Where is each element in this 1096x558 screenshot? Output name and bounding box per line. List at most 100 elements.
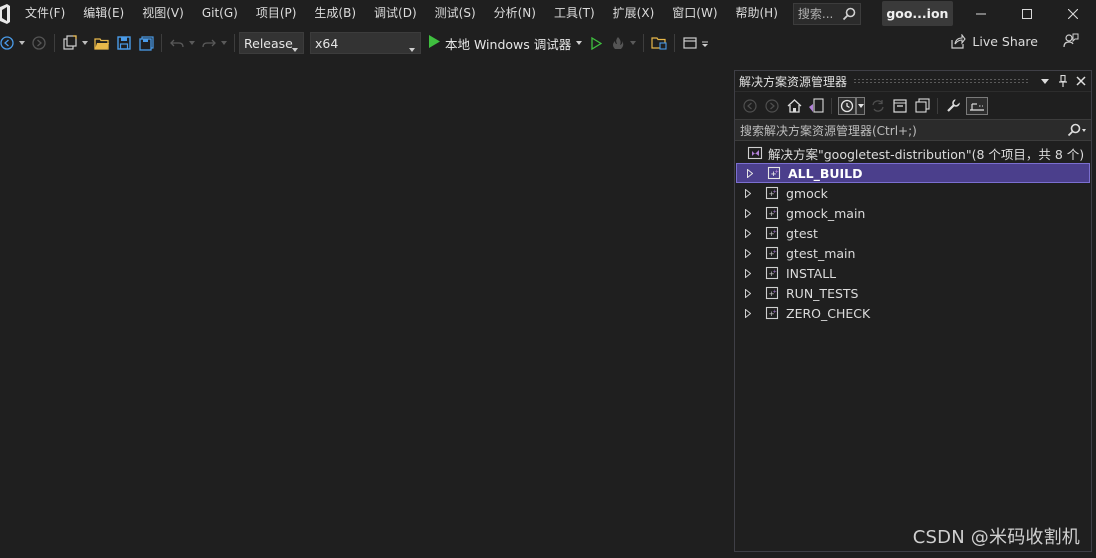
window-position-dropdown-icon[interactable] <box>1037 73 1053 89</box>
navigate-back-dropdown-icon[interactable] <box>18 41 26 45</box>
live-share-button[interactable]: Live Share <box>951 34 1038 49</box>
preview-selected-items-icon[interactable] <box>966 96 988 115</box>
svg-text:+: + <box>773 229 777 235</box>
cpp-project-icon: + + <box>765 206 779 220</box>
feedback-icon[interactable] <box>1063 33 1079 52</box>
solution-node[interactable]: 解决方案"googletest-distribution"(8 个项目，共 8 … <box>735 143 1091 163</box>
open-folder-icon[interactable] <box>93 34 111 52</box>
cpp-project-icon: + + <box>765 286 779 300</box>
maximize-button[interactable] <box>1004 0 1050 27</box>
minimize-button[interactable] <box>958 0 1004 27</box>
menu-file[interactable]: 文件(F) <box>16 0 74 27</box>
search-icon <box>842 7 856 24</box>
live-share-icon <box>951 34 967 49</box>
toolbar-separator <box>937 97 938 114</box>
cpp-project-icon: + + <box>765 226 779 240</box>
redo-dropdown-icon[interactable] <box>220 41 228 45</box>
panel-drag-grip[interactable] <box>853 78 1029 84</box>
forward-icon[interactable] <box>763 97 781 115</box>
close-panel-icon[interactable] <box>1073 73 1089 89</box>
editor-area[interactable] <box>0 59 732 558</box>
menu-debug[interactable]: 调试(D) <box>365 0 426 27</box>
pending-changes-filter-dropdown-icon[interactable] <box>856 96 865 115</box>
save-icon[interactable] <box>115 34 133 52</box>
project-label: gmock <box>786 185 828 201</box>
live-share-label: Live Share <box>972 34 1038 49</box>
undo-icon[interactable] <box>168 34 186 52</box>
menu-extensions[interactable]: 扩展(X) <box>604 0 664 27</box>
pending-changes-filter-icon[interactable] <box>838 96 856 115</box>
pin-icon[interactable] <box>1055 73 1071 89</box>
save-all-icon[interactable] <box>137 34 155 52</box>
tree-item-gmock[interactable]: + + gmock <box>735 183 1091 203</box>
hot-reload-dropdown-icon[interactable] <box>629 41 637 45</box>
menu-git[interactable]: Git(G) <box>193 0 247 27</box>
solution-explorer-title-bar[interactable]: 解决方案资源管理器 <box>735 71 1091 91</box>
svg-text:+: + <box>773 289 777 295</box>
play-icon <box>429 35 440 51</box>
menu-analyze[interactable]: 分析(N) <box>485 0 545 27</box>
run-target-dropdown-icon[interactable] <box>575 41 583 45</box>
home-icon[interactable] <box>785 97 803 115</box>
visual-studio-logo-icon[interactable] <box>0 0 10 27</box>
solution-explorer-panel: 解决方案资源管理器 搜索解决方案资源管理器(Ctrl+;) 解决方案"googl… <box>734 70 1092 552</box>
svg-text:+: + <box>773 249 777 255</box>
undo-dropdown-icon[interactable] <box>188 41 196 45</box>
cpp-project-icon: + + <box>765 246 779 260</box>
project-label: ALL_BUILD <box>788 165 863 181</box>
menu-edit[interactable]: 编辑(E) <box>74 0 133 27</box>
expand-arrow-icon[interactable] <box>743 188 753 198</box>
tree-item-zero-check[interactable]: + + ZERO_CHECK <box>735 303 1091 323</box>
properties-wrench-icon[interactable] <box>944 97 962 115</box>
tree-item-gmock-main[interactable]: + + gmock_main <box>735 203 1091 223</box>
tree-item-gtest[interactable]: + + gtest <box>735 223 1091 243</box>
svg-text:+: + <box>773 309 777 315</box>
expand-arrow-icon[interactable] <box>743 228 753 238</box>
expand-arrow-icon[interactable] <box>743 308 753 318</box>
expand-arrow-icon[interactable] <box>743 208 753 218</box>
menu-tools[interactable]: 工具(T) <box>545 0 604 27</box>
global-search-box[interactable]: 搜索... <box>792 2 861 25</box>
tree-item-install[interactable]: + + INSTALL <box>735 263 1091 283</box>
toolbar-separator <box>161 34 162 52</box>
menu-project[interactable]: 项目(P) <box>247 0 306 27</box>
menu-help[interactable]: 帮助(H) <box>727 0 787 27</box>
toolbar-options-icon[interactable] <box>701 39 709 47</box>
back-icon[interactable] <box>741 97 759 115</box>
redo-icon[interactable] <box>200 34 218 52</box>
collapse-all-icon[interactable] <box>891 97 909 115</box>
layout-icon[interactable] <box>681 34 699 52</box>
cpp-project-icon: + + <box>765 306 779 320</box>
sync-icon[interactable] <box>869 97 887 115</box>
navigate-forward-icon[interactable] <box>30 34 48 52</box>
project-label: RUN_TESTS <box>786 285 859 301</box>
switch-views-icon[interactable] <box>807 97 825 115</box>
solution-configuration-dropdown[interactable]: Release <box>239 32 304 54</box>
close-button[interactable] <box>1050 0 1096 27</box>
expand-arrow-icon[interactable] <box>745 168 755 178</box>
menu-test[interactable]: 测试(S) <box>426 0 485 27</box>
menu-window[interactable]: 窗口(W) <box>663 0 726 27</box>
navigate-back-icon[interactable] <box>0 34 16 52</box>
hot-reload-icon[interactable] <box>609 34 627 52</box>
tree-item-run-tests[interactable]: + + RUN_TESTS <box>735 283 1091 303</box>
new-project-dropdown-icon[interactable] <box>81 41 89 45</box>
expand-arrow-icon[interactable] <box>743 248 753 258</box>
tree-item-gtest-main[interactable]: + + gtest_main <box>735 243 1091 263</box>
tree-item-all-build[interactable]: + + ALL_BUILD <box>736 163 1090 183</box>
expand-arrow-icon[interactable] <box>743 288 753 298</box>
menu-build[interactable]: 生成(B) <box>305 0 365 27</box>
new-project-icon[interactable] <box>61 34 79 52</box>
solution-platform-dropdown[interactable]: x64 <box>310 32 421 54</box>
search-icon[interactable] <box>1067 123 1087 140</box>
menu-view[interactable]: 视图(V) <box>133 0 193 27</box>
standard-toolbar: Release x64 本地 Windows 调试器 Live Share <box>0 27 1096 59</box>
start-without-debugging-icon[interactable] <box>587 34 605 52</box>
minimize-icon <box>976 13 986 14</box>
solution-explorer-search-input[interactable]: 搜索解决方案资源管理器(Ctrl+;) <box>735 119 1091 141</box>
toolbar-separator <box>674 34 676 52</box>
show-all-files-icon[interactable] <box>913 97 931 115</box>
start-debugging-button[interactable]: 本地 Windows 调试器 <box>425 32 575 54</box>
expand-arrow-icon[interactable] <box>743 268 753 278</box>
solution-explorer-folder-icon[interactable] <box>650 34 668 52</box>
